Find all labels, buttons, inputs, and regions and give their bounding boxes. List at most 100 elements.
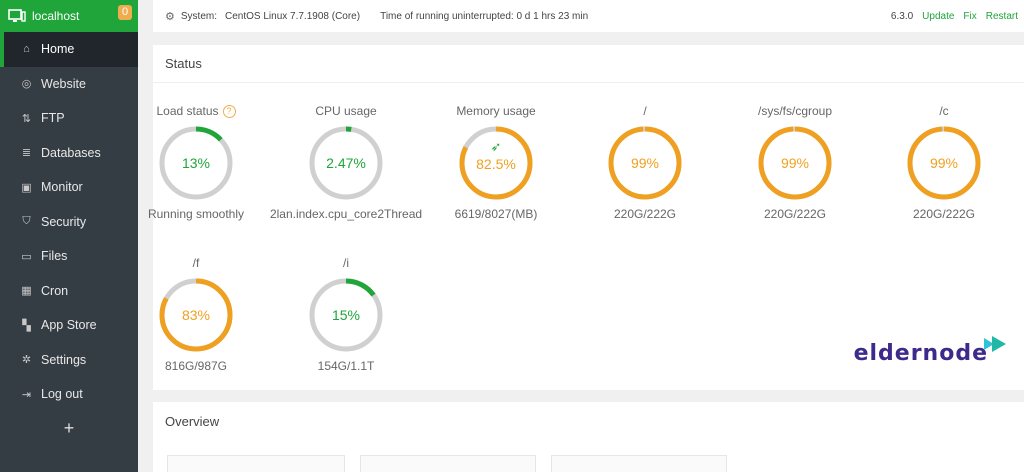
gauge-title: /sys/fs/cgroup <box>715 103 875 119</box>
sidebar-item-label: Databases <box>41 145 101 160</box>
gauge-title: CPU usage <box>266 103 426 119</box>
status-panel: Status Load status? 13% Running smoothly CP… <box>148 45 1024 390</box>
gauge-title-text: /sys/fs/cgroup <box>757 104 833 118</box>
gauge-title-text: Load status <box>156 104 219 118</box>
notification-badge[interactable]: 0 <box>118 5 132 20</box>
gauge-title: /f <box>116 255 276 271</box>
gauge-title-text: Memory usage <box>456 104 536 118</box>
gauge-3[interactable]: / 99% 220G/222G <box>565 103 725 221</box>
shield-icon: ⛉ <box>22 215 31 228</box>
add-button[interactable]: + <box>0 412 138 446</box>
sidebar-item-label: Settings <box>41 352 87 367</box>
gauge-ring: ➶ 82.5% <box>459 126 533 200</box>
computer-icon <box>8 9 26 23</box>
overview-title: Overview <box>165 413 220 429</box>
gauge-ring: 13% <box>159 126 233 200</box>
gear-icon: ⚙ <box>165 10 175 23</box>
gauge-value: 99% <box>781 155 809 171</box>
gauge-6[interactable]: /f 83% 816G/987G <box>116 255 276 373</box>
gauge-value: 83% <box>182 307 210 323</box>
gauge-subtext: 6619/8027(MB) <box>454 207 538 221</box>
gauge-2[interactable]: Memory usage ➶ 82.5% 6619/8027(MB) <box>416 103 576 221</box>
gauge-value: 99% <box>930 155 958 171</box>
restart-link[interactable]: Restart <box>986 11 1018 22</box>
gauge-subtext: 220G/222G <box>763 207 827 221</box>
gauge-subtext: 816G/987G <box>164 359 228 373</box>
host-header[interactable]: localhost 0 <box>0 0 138 32</box>
gauge-title: Memory usage <box>416 103 576 119</box>
gauge-value: 82.5% <box>476 156 516 172</box>
gauge-ring: 15% <box>309 278 383 352</box>
logo-text-node: node <box>922 341 988 366</box>
gauge-title-text: /i <box>343 256 349 270</box>
gauge-value: 13% <box>182 155 210 171</box>
gauge-7[interactable]: /i 15% 154G/1.1T <box>266 255 426 373</box>
gauge-title-text: / <box>643 104 647 118</box>
host-name: localhost <box>32 9 80 23</box>
gear-icon: ✲ <box>21 354 32 367</box>
logo-text-elder: elder <box>853 341 923 366</box>
gauge-subtext: 220G/222G <box>613 207 677 221</box>
logout-icon: ⇥ <box>21 388 32 401</box>
gauge-subtext: Running smoothly <box>147 207 245 221</box>
gauge-ring: 2.47% <box>309 126 383 200</box>
grid-icon: ▚ <box>22 319 31 332</box>
sidebar-item-home[interactable]: ⌂ Home <box>0 32 138 67</box>
overview-card[interactable] <box>167 455 345 472</box>
gauge-0[interactable]: Load status? 13% Running smoothly <box>116 103 276 221</box>
gauge-value: 99% <box>631 155 659 171</box>
version-label: 6.3.0 <box>890 10 914 22</box>
gauge-1[interactable]: CPU usage 2.47% 2lan.index.cpu_core2Thread <box>266 103 426 221</box>
sidebar-item-website[interactable]: ◎ Website <box>0 67 138 102</box>
sidebar-item-label: Files <box>41 249 68 264</box>
folder-icon: ▭ <box>21 250 32 263</box>
gauge-ring: 99% <box>608 126 682 200</box>
ftp-icon: ⇅ <box>21 112 32 125</box>
gauge-title-text: /c <box>939 104 949 118</box>
gauge-title: /c <box>864 103 1024 119</box>
overview-card[interactable] <box>551 455 727 472</box>
gauge-value: 2.47% <box>326 155 366 171</box>
globe-icon: ◎ <box>21 78 32 91</box>
gauge-value: 15% <box>332 307 360 323</box>
gauge-ring: 99% <box>907 126 981 200</box>
status-title: Status <box>153 45 1024 83</box>
system-label: System: <box>180 10 217 22</box>
calendar-icon: ▦ <box>21 285 32 298</box>
overview-panel: Overview <box>153 402 1024 472</box>
sidebar-item-label: Website <box>41 76 86 91</box>
overview-card[interactable] <box>360 455 536 472</box>
gauge-title: /i <box>266 255 426 271</box>
gauge-5[interactable]: /c 99% 220G/222G <box>864 103 1024 221</box>
uptime-text: Time of running uninterrupted: 0 d 1 hrs… <box>380 10 589 22</box>
gauge-title: / <box>565 103 725 119</box>
update-link[interactable]: Update <box>922 11 954 22</box>
gauge-subtext: 2lan.index.cpu_core2Thread <box>269 207 423 221</box>
gauge-ring: 99% <box>758 126 832 200</box>
sidebar-item-label: Home <box>41 42 75 57</box>
home-icon: ⌂ <box>23 43 30 56</box>
eldernode-logo: eldernode <box>853 335 1010 366</box>
help-icon[interactable]: ? <box>222 104 236 118</box>
database-icon: ≣ <box>21 147 32 160</box>
gauge-ring: 83% <box>159 278 233 352</box>
sidebar-item-label: Monitor <box>41 180 83 195</box>
sidebar: localhost 0 ⌂ Home ◎ Website ⇅ FTP ≣ Databases ▣… <box>0 0 138 472</box>
sidebar-item-log-out[interactable]: ⇥ Log out <box>0 377 138 412</box>
gauge-subtext: 154G/1.1T <box>317 359 375 373</box>
sidebar-item-label: App Store <box>41 318 97 333</box>
sidebar-item-label: Security <box>41 214 87 229</box>
sidebar-item-label: Log out <box>41 387 83 402</box>
monitor-icon: ▣ <box>21 181 32 194</box>
top-bar: ⚙ System: CentOS Linux 7.7.1908 (Core) T… <box>153 0 1024 32</box>
gauge-title: Load status? <box>116 103 276 119</box>
gauge-title-text: CPU usage <box>315 104 377 118</box>
gauge-title-text: /f <box>192 256 200 270</box>
sidebar-item-label: Cron <box>41 283 69 298</box>
fix-link[interactable]: Fix <box>963 11 976 22</box>
sidebar-item-label: FTP <box>41 111 65 126</box>
rocket-icon: ➶ <box>491 139 502 154</box>
gauge-subtext: 220G/222G <box>912 207 976 221</box>
gauge-4[interactable]: /sys/fs/cgroup 99% 220G/222G <box>715 103 875 221</box>
system-value: CentOS Linux 7.7.1908 (Core) <box>225 10 361 22</box>
